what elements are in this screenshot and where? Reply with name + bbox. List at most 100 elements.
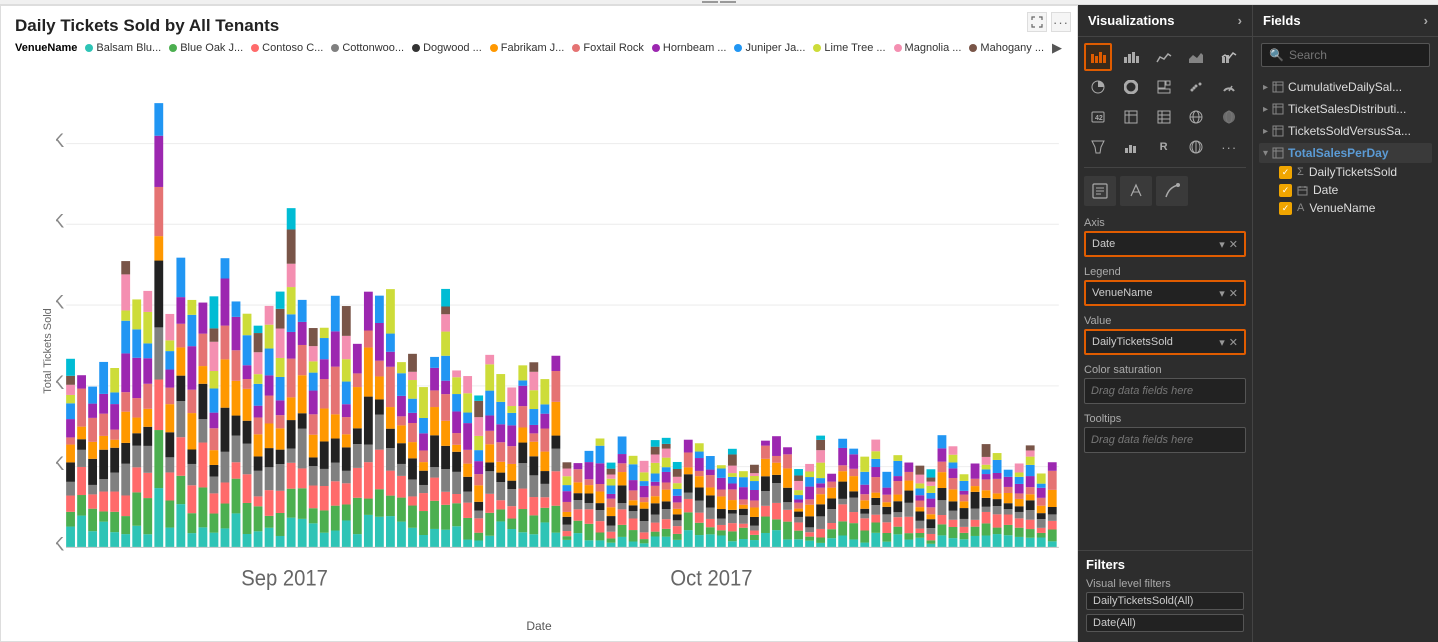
waterfall-icon[interactable] — [1117, 133, 1145, 161]
subitem-name: DailyTicketsSold — [1309, 165, 1397, 179]
value-remove-icon[interactable]: ✕ — [1229, 336, 1238, 349]
viz-panel-expand[interactable]: › — [1238, 13, 1242, 28]
filled-map-icon[interactable] — [1215, 103, 1243, 131]
globe-icon[interactable] — [1182, 133, 1210, 161]
legend-item: Lime Tree ... — [813, 42, 885, 54]
card-icon[interactable]: 42 — [1084, 103, 1112, 131]
color-saturation-drop-zone[interactable]: Drag data fields here — [1084, 378, 1246, 404]
axis-value: Date — [1092, 238, 1115, 250]
tooltips-placeholder: Drag data fields here — [1091, 434, 1193, 446]
fields-tab[interactable] — [1084, 176, 1116, 206]
legend-item-label: Balsam Blu... — [96, 42, 161, 54]
subitem-name: Date — [1313, 183, 1338, 197]
filter-badge-0[interactable]: DailyTicketsSold(All) — [1086, 592, 1244, 610]
legend-item-label: Cottonwoo... — [342, 42, 404, 54]
color-saturation-label: Color saturation — [1084, 361, 1246, 378]
text-icon: A — [1297, 202, 1304, 214]
filter-badge-1[interactable]: Date(All) — [1086, 614, 1244, 632]
axis-dropdown-icon[interactable]: ▾ — [1219, 238, 1225, 251]
chart-svg: 0K1K2K3K4K5K6KSep 2017Oct 2017 — [56, 68, 1069, 591]
svg-text:4K: 4K — [56, 211, 64, 233]
fields-subitem[interactable]: ✓ Date — [1259, 181, 1432, 199]
tooltips-drop-zone[interactable]: Drag data fields here — [1084, 427, 1246, 453]
table-icon-small — [1272, 81, 1284, 93]
fields-panel-expand[interactable]: › — [1424, 13, 1428, 28]
analytics-tab[interactable] — [1156, 176, 1188, 206]
fields-list: ▸ CumulativeDailySal... ▸ TicketSalesDis… — [1253, 73, 1438, 642]
hamburger-line — [702, 1, 718, 3]
more-options-icon[interactable]: ··· — [1051, 12, 1071, 32]
tooltips-section: Tooltips Drag data fields here — [1084, 410, 1246, 453]
svg-text:3K: 3K — [56, 292, 64, 314]
viz-fields-area: Axis Date ▾ ✕ Legend — [1078, 210, 1252, 550]
legend-item-label: Lime Tree ... — [824, 42, 885, 54]
value-value: DailyTicketsSold — [1092, 336, 1173, 348]
combo-chart-icon[interactable] — [1215, 43, 1243, 71]
expand-icon[interactable] — [1027, 12, 1047, 32]
fields-subitem[interactable]: ✓ Σ DailyTicketsSold — [1259, 163, 1432, 181]
legend-remove-icon[interactable]: ✕ — [1229, 287, 1238, 300]
r-script-icon[interactable]: R — [1150, 133, 1178, 161]
table-icon-small — [1272, 147, 1284, 159]
viz-field-tabs — [1078, 172, 1252, 210]
fields-group-header[interactable]: ▸ CumulativeDailySal... — [1259, 77, 1432, 97]
table-icon-small — [1272, 103, 1284, 115]
stacked-bar-icon[interactable] — [1084, 43, 1112, 71]
legend-item-label: Fabrikam J... — [501, 42, 565, 54]
fields-panel-header: Fields › — [1253, 5, 1438, 37]
svg-text:Sep 2017: Sep 2017 — [241, 567, 328, 591]
group-arrow: ▸ — [1263, 82, 1268, 93]
legend-drop-zone[interactable]: VenueName ▾ ✕ — [1084, 280, 1246, 306]
fields-group-header[interactable]: ▸ TicketsSoldVersusSa... — [1259, 121, 1432, 141]
legend-dot — [331, 44, 339, 52]
fields-group-header[interactable]: ▾ TotalSalesPerDay — [1259, 143, 1432, 163]
value-drop-icons: ▾ ✕ — [1219, 336, 1238, 349]
treemap-icon[interactable] — [1150, 73, 1178, 101]
fields-group-header[interactable]: ▸ TicketSalesDistributi... — [1259, 99, 1432, 119]
subitem-name: VenueName — [1309, 201, 1375, 215]
line-chart-icon[interactable] — [1150, 43, 1178, 71]
svg-text:1K: 1K — [56, 453, 64, 475]
format-tab[interactable] — [1120, 176, 1152, 206]
chart-header: Daily Tickets Sold by All Tenants VenueN… — [1, 6, 1077, 60]
more-visuals-icon[interactable]: ··· — [1215, 133, 1243, 161]
legend-more[interactable]: ▶ — [1052, 40, 1062, 56]
fields-search-box[interactable]: 🔍 — [1261, 43, 1430, 67]
legend-item: Juniper Ja... — [734, 42, 805, 54]
axis-remove-icon[interactable]: ✕ — [1229, 238, 1238, 251]
bar-chart-icon[interactable] — [1117, 43, 1145, 71]
chart-area: Total Tickets Sold 0K1K2K3K4K5K6KSep 201… — [1, 60, 1077, 641]
fields-checkbox: ✓ — [1279, 166, 1292, 179]
matrix-icon[interactable] — [1150, 103, 1178, 131]
calendar-icon — [1297, 185, 1308, 196]
legend-dropdown-icon[interactable]: ▾ — [1219, 287, 1225, 300]
legend-item: Fabrikam J... — [490, 42, 565, 54]
legend-item: Cottonwoo... — [331, 42, 404, 54]
r-label: R — [1160, 141, 1168, 153]
legend-dot — [490, 44, 498, 52]
area-chart-icon[interactable] — [1182, 43, 1210, 71]
group-name: CumulativeDailySal... — [1288, 80, 1428, 94]
value-dropdown-icon[interactable]: ▾ — [1219, 336, 1225, 349]
fields-group: ▸ CumulativeDailySal... — [1259, 77, 1432, 97]
search-icon: 🔍 — [1269, 48, 1284, 62]
map-icon[interactable] — [1182, 103, 1210, 131]
funnel-icon[interactable] — [1084, 133, 1112, 161]
scatter-chart-icon[interactable] — [1182, 73, 1210, 101]
axis-drop-zone[interactable]: Date ▾ ✕ — [1084, 231, 1246, 257]
legend-item: Contoso C... — [251, 42, 323, 54]
table-icon[interactable] — [1117, 103, 1145, 131]
viz-panel-header: Visualizations › — [1078, 5, 1252, 37]
gauge-icon[interactable] — [1215, 73, 1243, 101]
search-input[interactable] — [1289, 48, 1422, 62]
fields-subitem[interactable]: ✓ A VenueName — [1259, 199, 1432, 217]
group-arrow: ▸ — [1263, 104, 1268, 115]
value-drop-zone[interactable]: DailyTicketsSold ▾ ✕ — [1084, 329, 1246, 355]
legend-item: Blue Oak J... — [169, 42, 243, 54]
fields-group: ▾ TotalSalesPerDay ✓ Σ DailyTicketsSold … — [1259, 143, 1432, 217]
pie-chart-icon[interactable] — [1084, 73, 1112, 101]
donut-chart-icon[interactable] — [1117, 73, 1145, 101]
fields-checkbox: ✓ — [1279, 202, 1292, 215]
color-saturation-section: Color saturation Drag data fields here — [1084, 361, 1246, 404]
legend-dot — [572, 44, 580, 52]
